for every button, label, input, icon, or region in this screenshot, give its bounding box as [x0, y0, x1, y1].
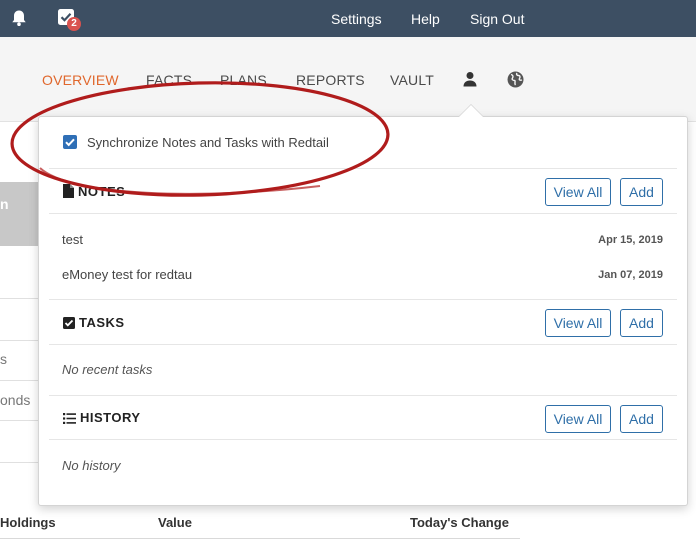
- history-view-all-button[interactable]: View All: [545, 405, 611, 433]
- list-icon: [63, 413, 76, 424]
- divider: [0, 380, 40, 381]
- left-panel-fragment: onds: [0, 392, 31, 408]
- divider: [49, 439, 677, 440]
- notes-title-text: NOTES: [78, 184, 126, 199]
- divider: [0, 298, 40, 299]
- tab-reports[interactable]: REPORTS: [296, 72, 365, 88]
- left-panel-fragment: s: [0, 351, 7, 367]
- notes-view-all-button[interactable]: View All: [545, 178, 611, 206]
- globe-icon[interactable]: [507, 71, 524, 93]
- divider: [49, 168, 677, 169]
- divider: [0, 340, 40, 341]
- left-panel-header: n: [0, 182, 40, 246]
- top-bar: 2 Settings Help Sign Out: [0, 0, 696, 37]
- tasks-add-button[interactable]: Add: [620, 309, 663, 337]
- notes-tasks-dropdown: Synchronize Notes and Tasks with Redtail…: [38, 116, 688, 506]
- notes-add-button[interactable]: Add: [620, 178, 663, 206]
- history-empty-text: No history: [62, 458, 121, 473]
- history-section-title: HISTORY: [63, 410, 141, 425]
- sync-checkbox[interactable]: [63, 135, 77, 149]
- note-item[interactable]: eMoney test for redtau: [62, 267, 192, 282]
- tab-overview[interactable]: OVERVIEW: [42, 72, 119, 88]
- sync-label[interactable]: Synchronize Notes and Tasks with Redtail: [87, 135, 329, 150]
- tab-plans[interactable]: PLANS: [220, 72, 267, 88]
- left-panel-fragment: n: [0, 196, 9, 212]
- help-link[interactable]: Help: [411, 11, 440, 27]
- divider: [49, 344, 677, 345]
- sign-out-link[interactable]: Sign Out: [470, 11, 524, 27]
- notification-badge: 2: [67, 17, 81, 31]
- bell-icon[interactable]: [10, 9, 28, 32]
- note-date: Jan 07, 2019: [598, 269, 663, 281]
- tab-vault[interactable]: VAULT: [390, 72, 434, 88]
- settings-link[interactable]: Settings: [331, 11, 382, 27]
- document-icon: [63, 184, 74, 198]
- divider: [49, 395, 677, 396]
- tasks-title-text: TASKS: [79, 315, 125, 330]
- panel-caret: [459, 105, 483, 117]
- note-date: Apr 15, 2019: [598, 234, 663, 246]
- divider: [49, 299, 677, 300]
- tasks-empty-text: No recent tasks: [62, 362, 153, 377]
- user-icon[interactable]: [462, 71, 478, 92]
- tab-facts[interactable]: FACTS: [146, 72, 192, 88]
- history-title-text: HISTORY: [80, 410, 141, 425]
- divider: [0, 420, 40, 421]
- divider: [0, 462, 40, 463]
- tasks-section-title: TASKS: [63, 315, 125, 330]
- tasks-view-all-button[interactable]: View All: [545, 309, 611, 337]
- notes-section-title: NOTES: [63, 184, 125, 199]
- history-add-button[interactable]: Add: [620, 405, 663, 433]
- table-divider: [0, 538, 520, 539]
- column-header-todays-change[interactable]: Today's Change: [410, 515, 509, 530]
- note-item[interactable]: test: [62, 232, 83, 247]
- divider: [49, 213, 677, 214]
- column-header-value[interactable]: Value: [158, 515, 192, 530]
- column-header-holdings[interactable]: Holdings: [0, 515, 56, 530]
- checkbox-icon: [63, 317, 75, 329]
